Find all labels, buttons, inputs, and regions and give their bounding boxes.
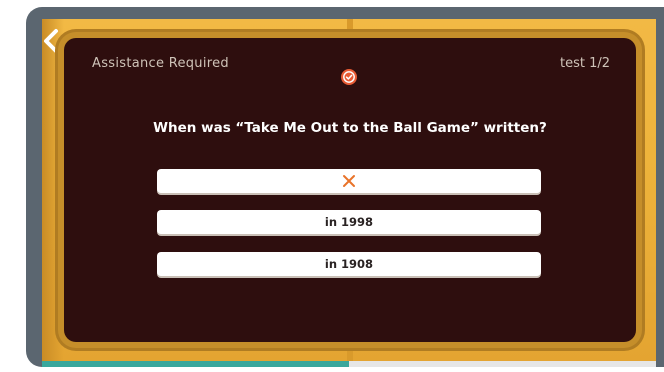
answer-option-3[interactable]: in 1908: [157, 252, 541, 276]
check-circle-icon: [341, 69, 357, 85]
question-text: When was “Take Me Out to the Ball Game” …: [153, 120, 547, 136]
question-panel: Assistance Required test 1/2 When was “T…: [64, 38, 636, 342]
answer-option-2[interactable]: in 1998: [157, 210, 541, 234]
progress-fill: [42, 361, 349, 367]
answer-label: in 1908: [324, 257, 374, 271]
answer-option-1[interactable]: [157, 169, 541, 193]
test-counter: test 1/2: [559, 56, 610, 71]
panel-title: Assistance Required: [92, 56, 229, 71]
progress-bar: [42, 361, 656, 367]
answer-label: in 1998: [324, 215, 374, 229]
x-mark-icon: [343, 174, 355, 187]
chevron-left-icon[interactable]: [42, 28, 60, 54]
